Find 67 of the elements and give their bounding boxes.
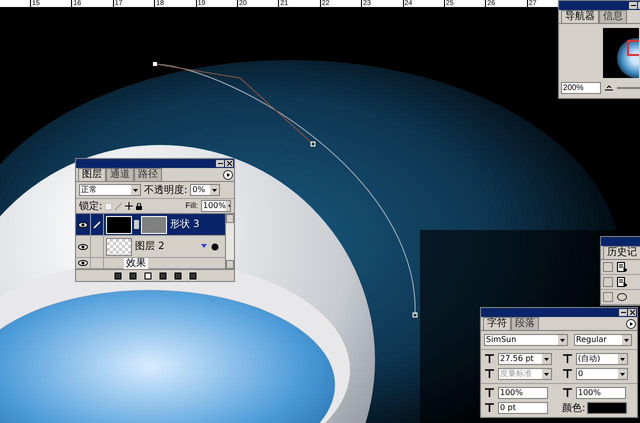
snapshot-source-box[interactable] (603, 262, 613, 272)
dropdown-caret-icon[interactable] (226, 201, 230, 211)
vertical-scale-field[interactable]: 100% (498, 387, 548, 399)
dropdown-caret-icon[interactable] (131, 185, 140, 195)
dropdown-caret-icon[interactable] (558, 335, 567, 345)
panel-tab[interactable]: 段落 (511, 317, 539, 330)
color-label: 颜色: (562, 402, 586, 414)
font-size-icon (484, 354, 496, 364)
eye-icon[interactable] (78, 244, 88, 250)
color-swatch[interactable] (587, 402, 628, 414)
minimize-button[interactable] (629, 2, 637, 9)
panel-tab[interactable]: 信息 (599, 10, 627, 23)
horizontal-scale-field[interactable]: 100% (576, 387, 626, 399)
dropdown-caret-icon[interactable] (542, 354, 551, 364)
dropdown-caret-icon[interactable] (618, 369, 627, 379)
close-button[interactable] (628, 309, 636, 316)
fill-thumbnail (106, 216, 132, 234)
layer-name: 形状 3 (170, 219, 200, 230)
anchor-point[interactable] (310, 142, 316, 146)
layer-name: 效果 (124, 258, 148, 268)
opacity-label: 不透明度: (144, 184, 188, 196)
dropdown-caret-icon[interactable] (210, 185, 220, 195)
dropdown-caret-icon[interactable] (622, 335, 631, 345)
panel-tab[interactable]: 导航器 (561, 10, 599, 23)
blend-mode-dropdown[interactable]: 正常 (79, 184, 141, 196)
dropdown-caret-icon[interactable] (618, 354, 627, 364)
fill-label: Fill: (186, 201, 198, 211)
fill-field[interactable]: 100% (201, 200, 231, 212)
panel-tab[interactable]: 历史记 (603, 246, 640, 259)
panel-menu-icon[interactable] (626, 319, 636, 329)
minimize-button[interactable] (619, 309, 627, 316)
ellipse-icon[interactable] (617, 293, 627, 301)
tracking-field[interactable]: 0 (576, 368, 628, 380)
anchor-point[interactable] (412, 312, 418, 318)
eye-icon[interactable] (78, 260, 88, 266)
layer-row[interactable]: 效果 (76, 258, 225, 269)
scrollbar[interactable] (225, 214, 234, 269)
layer-row[interactable]: 图层 2 (76, 236, 225, 258)
lock-label: 锁定: (79, 200, 102, 212)
panel-tab[interactable]: 字符 (483, 317, 511, 330)
layer-row[interactable]: 形状 3 (76, 214, 225, 236)
layer-name: 图层 2 (135, 241, 165, 252)
panel-tab[interactable]: 路径 (134, 168, 162, 181)
zoom-field[interactable]: 200% (561, 82, 601, 94)
font-family-dropdown[interactable]: SimSun (484, 334, 568, 346)
leading-field[interactable]: (自动) (576, 353, 628, 365)
font-size-field[interactable]: 27.56 pt (498, 353, 552, 365)
opacity-field[interactable]: 0% (190, 184, 220, 196)
lock-icon[interactable] (136, 202, 142, 210)
panel-tab[interactable]: 图层 (78, 168, 106, 181)
snapshot-source-box[interactable] (603, 277, 613, 287)
snapshot-source-box[interactable] (603, 292, 613, 302)
minimize-button[interactable] (216, 160, 224, 167)
panel-menu-icon[interactable] (223, 170, 233, 180)
effects-icon (201, 242, 221, 250)
font-style-dropdown[interactable]: Regular (574, 334, 632, 346)
panel-tab[interactable]: 通道 (106, 168, 134, 181)
transparent-thumbnail (106, 238, 132, 256)
eye-icon[interactable] (78, 222, 88, 228)
brush-icon (93, 220, 101, 228)
baseline-shift-field[interactable]: 0 pt (498, 402, 548, 414)
document-icon[interactable] (617, 277, 627, 287)
document-icon[interactable] (617, 262, 627, 272)
link-icon (134, 220, 139, 229)
vector-mask-thumbnail (141, 216, 167, 234)
move-icon[interactable] (125, 202, 134, 210)
close-button[interactable] (225, 160, 233, 167)
